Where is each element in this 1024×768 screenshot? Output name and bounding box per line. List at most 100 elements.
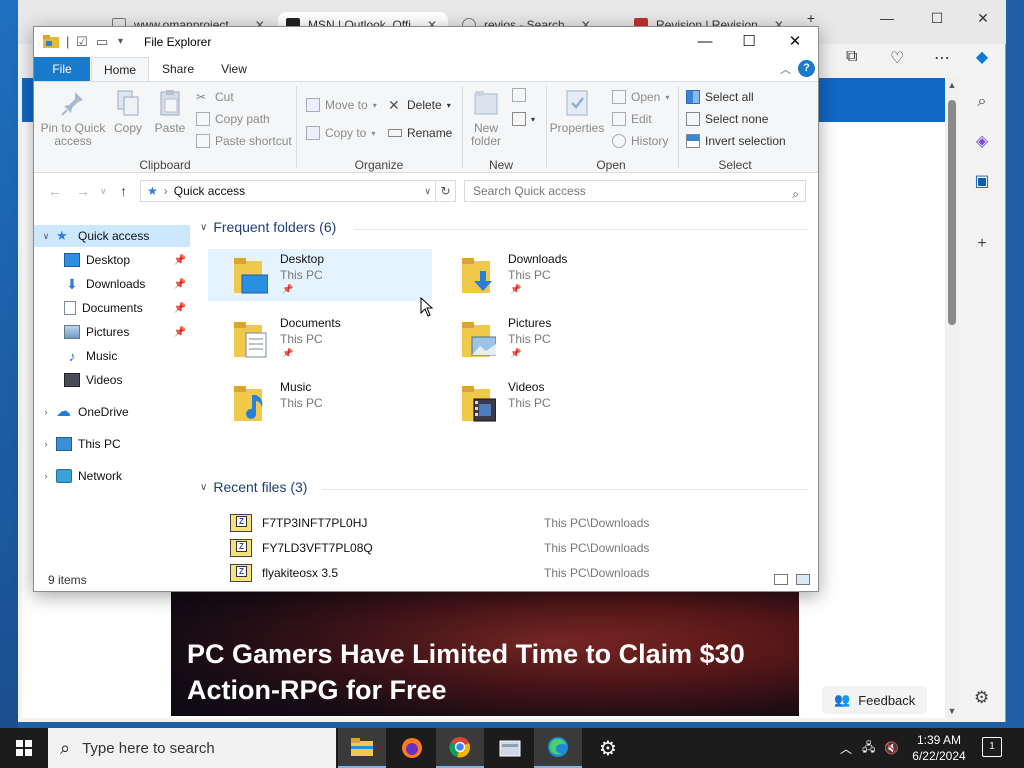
- new-tab-icon[interactable]: +: [796, 10, 826, 26]
- network-tray-icon[interactable]: 🖧: [862, 728, 875, 768]
- taskbar-app[interactable]: [486, 728, 534, 768]
- folder-tile-documents[interactable]: Documents This PC 📌: [208, 313, 432, 365]
- copy-path-button[interactable]: Copy path: [196, 112, 270, 126]
- details-view-icon[interactable]: [774, 574, 788, 585]
- tab-home[interactable]: Home: [91, 57, 149, 81]
- address-dropdown-icon[interactable]: ∨: [424, 186, 431, 197]
- open-button[interactable]: Open ▾: [612, 90, 669, 104]
- collapse-ribbon-icon[interactable]: ︿: [780, 61, 791, 77]
- pin-to-quick-access-button[interactable]: Pin to Quick access: [40, 88, 106, 148]
- invert-selection-button[interactable]: Invert selection: [686, 134, 786, 148]
- close-icon[interactable]: ✕: [968, 10, 998, 27]
- minimize-icon[interactable]: —: [872, 10, 902, 26]
- paste-shortcut-button[interactable]: Paste shortcut: [196, 134, 292, 148]
- nav-downloads[interactable]: ⬇ Downloads 📌: [34, 273, 190, 295]
- move-to-button[interactable]: Move to ▾: [306, 98, 377, 112]
- folder-tile-videos[interactable]: Videos This PC: [436, 377, 660, 429]
- recent-files-header[interactable]: ∨ Recent files (3): [200, 479, 307, 495]
- new-group-label: New: [488, 158, 513, 172]
- cut-button[interactable]: ✂ Cut: [196, 90, 234, 104]
- maximize-icon[interactable]: ☐: [922, 10, 952, 27]
- recent-file-row[interactable]: Z FY7LD3VFT7PL08Q This PC\Downloads: [230, 537, 790, 559]
- chevron-right-icon[interactable]: ›: [40, 407, 52, 417]
- search-input[interactable]: Search Quick access ⌕: [464, 180, 806, 202]
- taskbar-file-explorer[interactable]: [338, 728, 386, 768]
- copy-button[interactable]: Copy: [108, 88, 148, 135]
- delete-button[interactable]: ✕ Delete ▾: [388, 98, 451, 112]
- address-bar[interactable]: ★ › Quick access ∨: [140, 180, 436, 202]
- feedback-button[interactable]: 👥 Feedback: [822, 686, 928, 714]
- new-folder-qat-icon[interactable]: ▭: [96, 34, 108, 50]
- copilot-icon[interactable]: ◆: [972, 48, 992, 68]
- more-icon[interactable]: ⋯: [934, 48, 950, 74]
- health-icon[interactable]: ♡: [890, 48, 904, 74]
- large-icons-view-icon[interactable]: [796, 574, 810, 585]
- nav-music[interactable]: ♪ Music: [34, 345, 190, 367]
- nav-onedrive[interactable]: › ☁ OneDrive: [34, 401, 190, 423]
- minimize-icon[interactable]: —: [682, 31, 728, 53]
- chevron-right-icon[interactable]: ›: [40, 471, 52, 481]
- paste-button[interactable]: Paste: [150, 88, 190, 135]
- taskbar-settings[interactable]: ⚙: [584, 728, 632, 768]
- taskbar-chrome[interactable]: [436, 728, 484, 768]
- refresh-icon[interactable]: ↻: [436, 180, 456, 202]
- show-hidden-icons[interactable]: ︿: [840, 728, 852, 768]
- properties-button[interactable]: Properties: [548, 88, 606, 135]
- collections-icon[interactable]: ⧉: [846, 48, 857, 74]
- rename-button[interactable]: Rename: [388, 126, 452, 140]
- recent-locations-icon[interactable]: ∨: [100, 186, 107, 197]
- tab-view[interactable]: View: [210, 57, 258, 81]
- news-headline[interactable]: PC Gamers Have Limited Time to Claim $30…: [187, 636, 787, 708]
- tab-file[interactable]: File: [34, 57, 90, 81]
- chevron-down-icon[interactable]: ∨: [40, 231, 52, 242]
- new-item-button[interactable]: [512, 88, 526, 102]
- taskbar-clock[interactable]: 1:39 AM 6/22/2024: [902, 732, 976, 764]
- history-button[interactable]: History: [612, 134, 668, 148]
- nav-this-pc[interactable]: › This PC: [34, 433, 190, 455]
- nav-documents[interactable]: Documents 📌: [34, 297, 190, 319]
- taskbar-firefox[interactable]: [388, 728, 436, 768]
- chevron-right-icon[interactable]: ›: [40, 439, 52, 449]
- page-scrollbar[interactable]: ▲ ▼: [945, 78, 959, 718]
- close-icon[interactable]: ✕: [772, 31, 818, 53]
- easy-access-button[interactable]: ▾: [512, 112, 535, 126]
- folder-tile-pictures[interactable]: Pictures This PC 📌: [436, 313, 660, 365]
- maximize-icon[interactable]: ☐: [726, 31, 772, 53]
- nav-videos[interactable]: Videos: [34, 369, 190, 391]
- nav-network[interactable]: › Network: [34, 465, 190, 487]
- new-folder-button[interactable]: New folder: [466, 88, 506, 148]
- outlook-icon[interactable]: ▣: [972, 172, 992, 192]
- frequent-folders-header[interactable]: ∨ Frequent folders (6): [200, 219, 336, 235]
- scroll-up-icon[interactable]: ▲: [945, 80, 959, 90]
- taskbar-edge[interactable]: [534, 728, 582, 768]
- select-none-button[interactable]: Select none: [686, 112, 768, 126]
- search-icon[interactable]: ⌕: [972, 92, 992, 112]
- shopping-icon[interactable]: ◈: [972, 132, 992, 152]
- news-card[interactable]: PC Gamers Have Limited Time to Claim $30…: [171, 592, 799, 716]
- volume-tray-icon[interactable]: 🔇: [884, 728, 899, 768]
- nav-quick-access[interactable]: ∨ ★ Quick access: [34, 225, 190, 247]
- add-icon[interactable]: +: [972, 234, 992, 254]
- recent-file-row[interactable]: Z F7TP3INFT7PL0HJ This PC\Downloads: [230, 512, 790, 534]
- gear-icon[interactable]: ⚙: [974, 688, 989, 708]
- folder-tile-downloads[interactable]: Downloads This PC 📌: [436, 249, 660, 301]
- forward-icon[interactable]: →: [76, 183, 90, 199]
- notification-center-icon[interactable]: 1: [982, 737, 1002, 757]
- up-icon[interactable]: ↑: [120, 183, 127, 199]
- copy-to-button[interactable]: Copy to ▾: [306, 126, 375, 140]
- folder-tile-music[interactable]: Music This PC: [208, 377, 432, 429]
- help-icon[interactable]: ?: [798, 60, 815, 77]
- start-button[interactable]: [0, 728, 48, 768]
- nav-desktop[interactable]: Desktop 📌: [34, 249, 190, 271]
- select-all-button[interactable]: Select all: [686, 90, 754, 104]
- customize-qat-icon[interactable]: ▾: [118, 36, 123, 47]
- scrollbar-thumb[interactable]: [948, 100, 956, 325]
- edit-button[interactable]: Edit: [612, 112, 652, 126]
- taskbar-search-input[interactable]: ⌕ Type here to search: [48, 728, 336, 768]
- properties-qat-icon[interactable]: ☑: [76, 34, 88, 50]
- back-icon[interactable]: ←: [48, 183, 62, 199]
- scroll-down-icon[interactable]: ▼: [945, 706, 959, 716]
- folder-tile-desktop[interactable]: Desktop This PC 📌: [208, 249, 432, 301]
- nav-pictures[interactable]: Pictures 📌: [34, 321, 190, 343]
- tab-share[interactable]: Share: [154, 57, 202, 81]
